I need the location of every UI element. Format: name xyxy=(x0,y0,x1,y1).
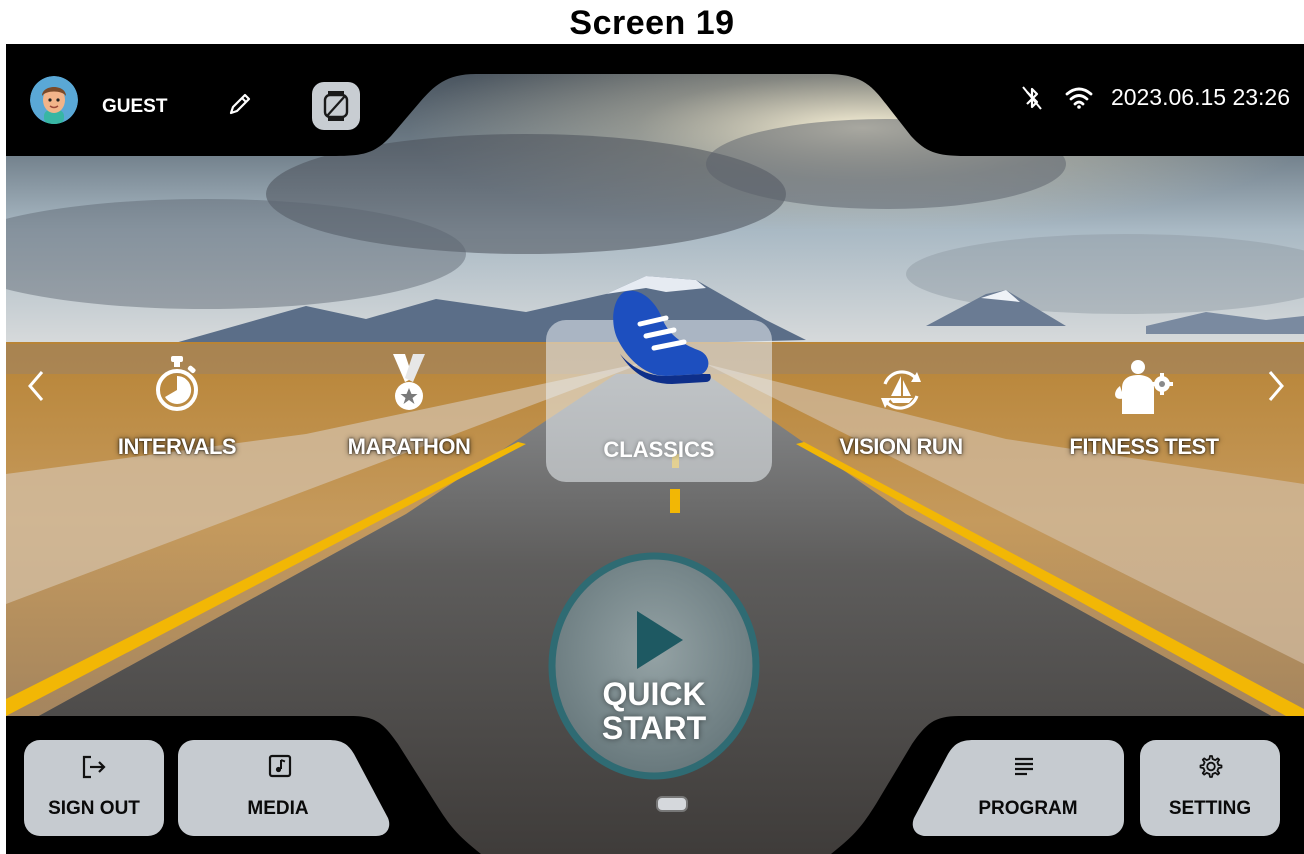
smartwatch-off-icon xyxy=(323,91,349,121)
gear-icon xyxy=(1199,755,1223,778)
quick-start-circle xyxy=(548,552,760,780)
sign-out-button[interactable]: SIGN OUT xyxy=(24,740,164,836)
mode-label: FITNESS TEST xyxy=(1069,434,1219,459)
mode-intervals[interactable]: INTERVALS xyxy=(82,344,272,460)
program-label: PROGRAM xyxy=(978,798,1078,819)
medal-icon xyxy=(393,354,425,410)
program-button[interactable]: PROGRAM xyxy=(908,740,1124,836)
quick-start-button[interactable]: QUICK START xyxy=(547,551,761,781)
mode-fitness-test[interactable]: FITNESS TEST xyxy=(1049,344,1239,460)
sign-out-label: SIGN OUT xyxy=(48,798,140,819)
athlete-gear-icon xyxy=(1115,360,1173,414)
mode-label: MARATHON xyxy=(347,434,471,459)
user-name: GUEST xyxy=(102,96,168,117)
carousel-prev-button[interactable] xyxy=(24,366,50,406)
setting-label: SETTING xyxy=(1168,798,1252,819)
sailboat-cycle-icon xyxy=(881,370,921,410)
stopwatch-icon xyxy=(156,356,198,411)
sign-out-icon xyxy=(82,755,106,779)
music-note-icon xyxy=(268,754,292,778)
mode-vision-run[interactable]: VISION RUN xyxy=(806,344,996,460)
carousel-next-button[interactable] xyxy=(1262,366,1288,406)
mode-label: VISION RUN xyxy=(839,434,963,459)
chevron-right-icon xyxy=(1268,371,1284,401)
chevron-left-icon xyxy=(28,371,44,401)
avatar[interactable] xyxy=(30,76,78,124)
media-button[interactable]: MEDIA xyxy=(178,740,394,836)
date-time: 2023.06.15 23:26 xyxy=(1110,84,1290,110)
smartwatch-disconnected-button[interactable] xyxy=(312,82,360,130)
wifi-icon xyxy=(1065,87,1093,109)
status-bar: 2023.06.15 23:26 xyxy=(1021,84,1290,111)
quick-start-label: QUICK START xyxy=(601,676,707,746)
running-shoe-icon xyxy=(613,290,711,384)
edit-pencil-icon[interactable] xyxy=(226,90,254,118)
treadmill-home-screen: GUEST 2023.06.15 23:26 INTERVALS MARATHO… xyxy=(6,44,1304,854)
mode-classics-selected[interactable]: CLASSICS xyxy=(546,290,772,482)
mode-marathon[interactable]: MARATHON xyxy=(314,344,504,460)
media-label: MEDIA xyxy=(247,798,309,819)
bluetooth-off-icon xyxy=(1022,85,1042,110)
page-title: Screen 19 xyxy=(569,4,735,42)
home-indicator[interactable] xyxy=(656,796,688,812)
mode-label: INTERVALS xyxy=(117,434,237,459)
setting-button[interactable]: SETTING xyxy=(1140,740,1280,836)
mode-label: CLASSICS xyxy=(603,437,715,462)
list-menu-icon xyxy=(1015,757,1033,776)
